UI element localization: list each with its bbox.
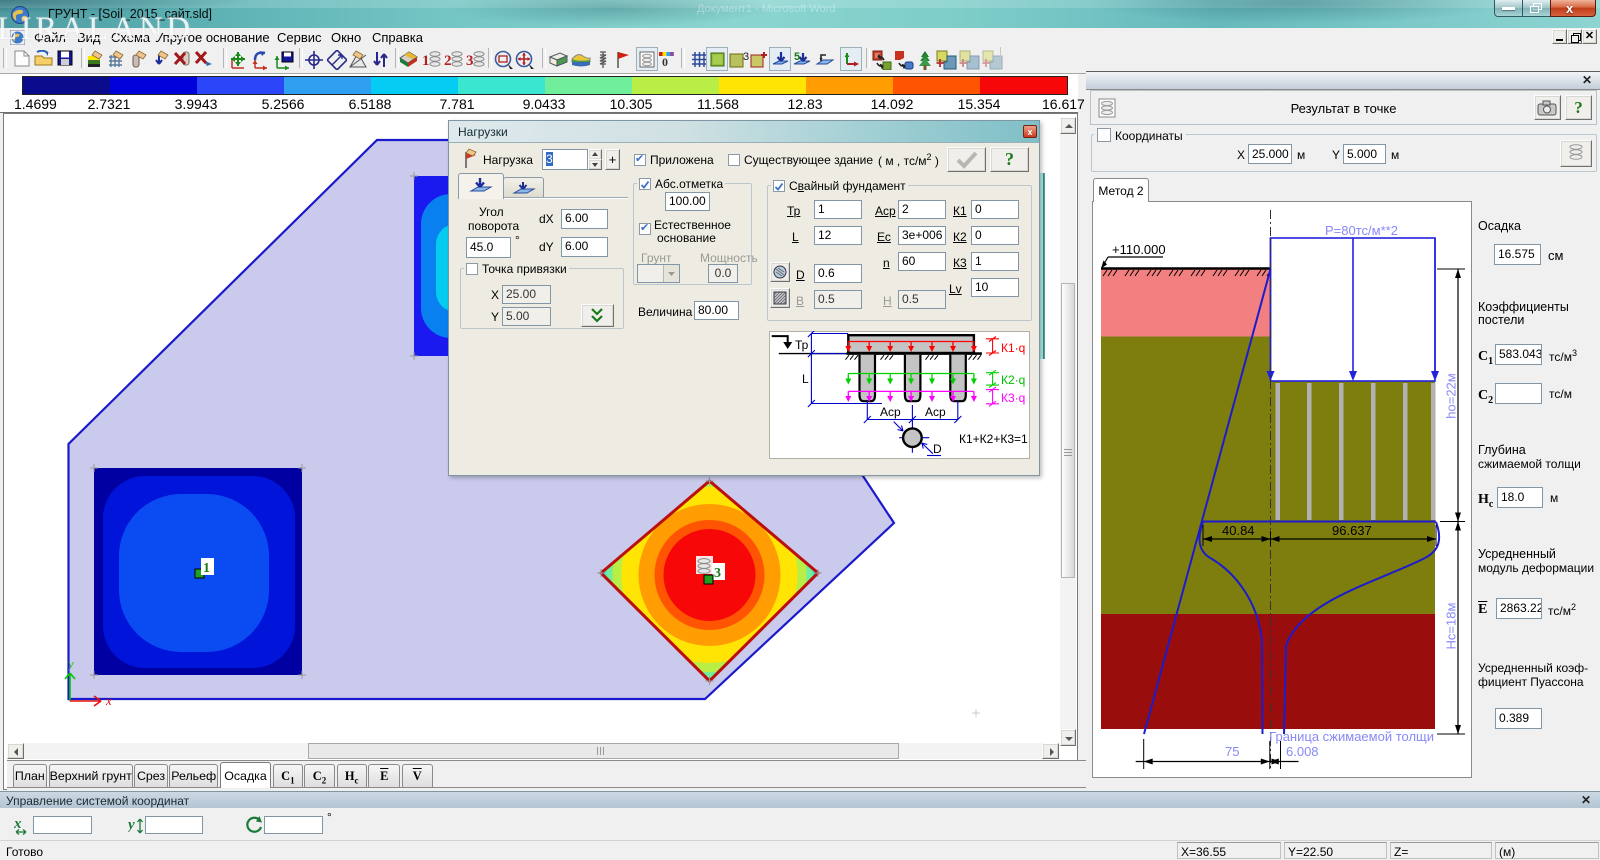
svg-text:Hc=18м: Hc=18м (1443, 603, 1458, 650)
svg-text:Аср: Аср (925, 405, 946, 419)
svg-text:y: y (66, 656, 74, 671)
svg-text:1: 1 (422, 53, 430, 69)
svg-text:К1+К2+К3=1: К1+К2+К3=1 (959, 432, 1028, 446)
svg-text:К1·q: К1·q (1001, 341, 1025, 355)
svg-text:Тр: Тр (795, 338, 809, 352)
svg-text:96.637: 96.637 (1332, 523, 1372, 538)
svg-text:К2·q: К2·q (1001, 373, 1025, 387)
svg-text:Аср: Аср (880, 405, 901, 419)
svg-text:1: 1 (203, 561, 210, 576)
svg-text:75: 75 (1225, 744, 1239, 759)
svg-text:6.008: 6.008 (1286, 744, 1319, 759)
svg-text:0: 0 (662, 55, 668, 68)
svg-text:P=80тс/м**2: P=80тс/м**2 (1325, 223, 1398, 238)
svg-text:ho=22м: ho=22м (1443, 373, 1458, 419)
svg-text:D: D (933, 442, 942, 456)
svg-text:L: L (802, 372, 809, 386)
svg-text:40.84: 40.84 (1222, 523, 1255, 538)
svg-text:2: 2 (444, 53, 452, 69)
svg-text:y: y (128, 817, 135, 833)
svg-text:3: 3 (743, 51, 749, 63)
svg-text:Граница сжимаемой толщи: Граница сжимаемой толщи (1269, 729, 1434, 744)
svg-text:3: 3 (714, 566, 721, 581)
svg-text:+110.000: +110.000 (1112, 242, 1166, 257)
svg-text:К3·q: К3·q (1001, 391, 1025, 405)
svg-text:5: 5 (794, 51, 800, 63)
svg-text:3: 3 (466, 53, 474, 69)
svg-text:x: x (105, 693, 112, 708)
